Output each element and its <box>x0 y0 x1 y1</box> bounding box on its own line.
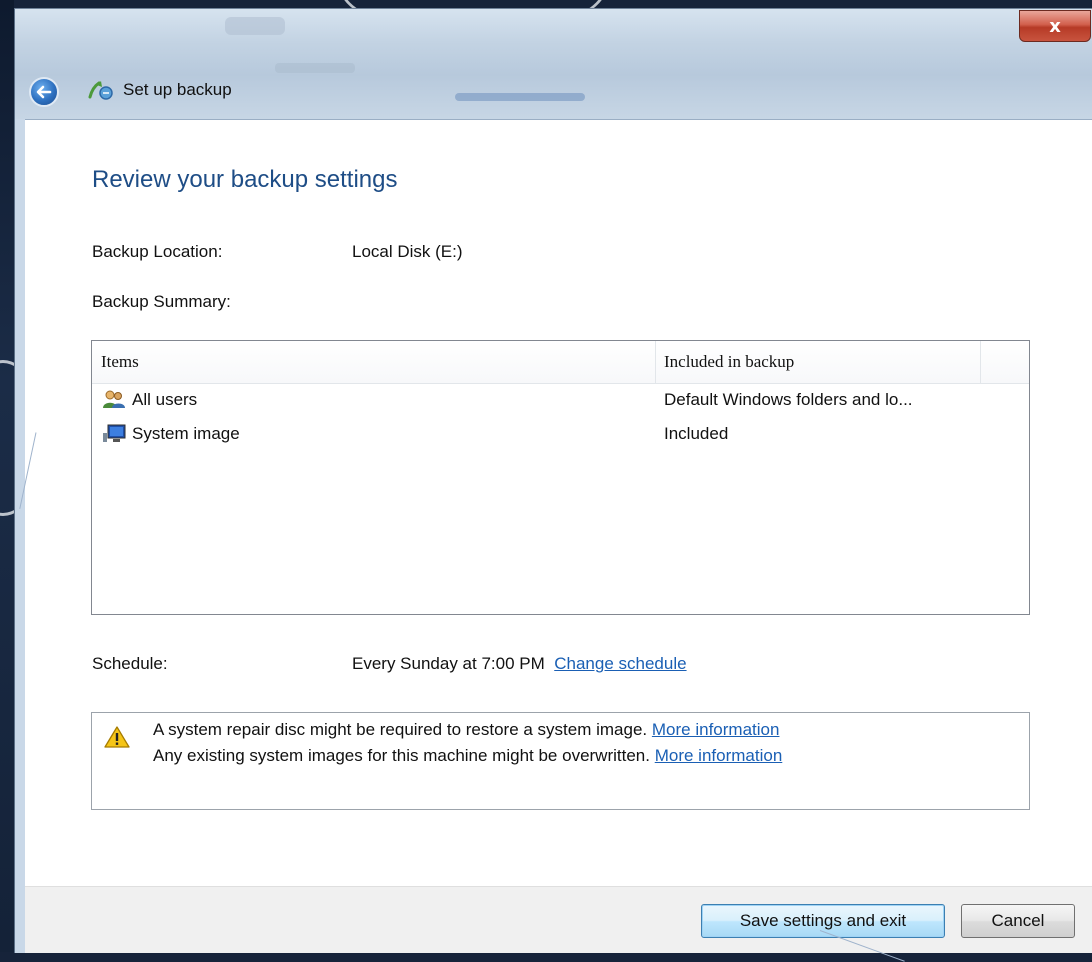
column-header-included[interactable]: Included in backup <box>664 341 794 383</box>
save-settings-button[interactable]: Save settings and exit <box>701 904 945 938</box>
column-header-items[interactable]: Items <box>101 341 139 383</box>
cancel-button[interactable]: Cancel <box>961 904 1075 938</box>
backup-location-label: Backup Location: <box>92 242 223 261</box>
schedule-label: Schedule: <box>92 654 168 673</box>
more-information-link-1[interactable]: More information <box>652 720 780 739</box>
warning-icon <box>104 726 130 748</box>
back-arrow-icon <box>36 85 52 99</box>
list-item-name: System image <box>132 424 240 443</box>
list-item[interactable]: All users Default Windows folders and lo… <box>92 383 1029 417</box>
warning-text-1: A system repair disc might be required t… <box>153 720 648 739</box>
change-schedule-link[interactable]: Change schedule <box>554 654 686 673</box>
backup-icon <box>88 81 113 100</box>
dialog-footer: Save settings and exit Cancel <box>25 886 1092 953</box>
backup-summary-list[interactable]: Items Included in backup All users Defau… <box>91 340 1030 615</box>
warning-text-2: Any existing system images for this mach… <box>153 746 650 765</box>
warning-line-overwrite: Any existing system images for this mach… <box>153 746 782 766</box>
window-title: Set up backup <box>123 80 232 99</box>
backup-summary-label: Backup Summary: <box>92 292 231 311</box>
window-title-bar <box>15 9 1092 119</box>
schedule-value-line: Every Sunday at 7:00 PM Change schedule <box>352 654 687 674</box>
back-button[interactable] <box>29 77 59 107</box>
dialog-content: Review your backup settings Backup Locat… <box>25 119 1092 953</box>
users-icon <box>103 390 125 408</box>
close-icon: x <box>1049 15 1061 37</box>
warning-line-repair-disc: A system repair disc might be required t… <box>153 720 779 740</box>
warning-panel: A system repair disc might be required t… <box>91 712 1030 810</box>
list-item-included: Included <box>664 424 729 443</box>
list-item-included: Default Windows folders and lo... <box>664 390 913 409</box>
backup-location-value: Local Disk (E:) <box>352 242 463 261</box>
backup-window: x Set up backup Review your backup setti… <box>14 8 1092 953</box>
close-button[interactable]: x <box>1019 10 1091 42</box>
list-item-name: All users <box>132 390 198 409</box>
more-information-link-2[interactable]: More information <box>655 746 783 765</box>
schedule-value: Every Sunday at 7:00 PM <box>352 654 545 673</box>
list-item[interactable]: System image Included <box>92 417 1029 451</box>
page-heading: Review your backup settings <box>92 166 398 193</box>
list-header: Items Included in backup <box>92 341 1029 384</box>
computer-icon <box>103 424 126 442</box>
